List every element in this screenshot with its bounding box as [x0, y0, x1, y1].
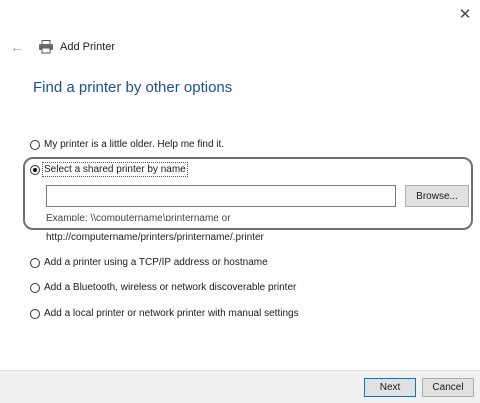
example-line-2: http://computername/printers/printername… [46, 232, 264, 243]
radio-button[interactable] [30, 308, 40, 319]
radio-button[interactable] [30, 257, 40, 268]
option-label: My printer is a little older. Help me fi… [44, 139, 225, 150]
page-heading: Find a printer by other options [33, 79, 233, 96]
shared-printer-name-input[interactable] [46, 185, 396, 207]
option-shared-printer[interactable]: Select a shared printer by name [30, 162, 188, 177]
printer-icon [38, 40, 54, 54]
browse-button[interactable]: Browse... [405, 185, 469, 207]
option-local-manual[interactable]: Add a local printer or network printer w… [30, 308, 299, 319]
option-older-printer[interactable]: My printer is a little older. Help me fi… [30, 139, 224, 150]
option-bluetooth-wireless[interactable]: Add a Bluetooth, wireless or network dis… [30, 282, 296, 293]
option-tcpip[interactable]: Add a printer using a TCP/IP address or … [30, 257, 268, 268]
radio-button[interactable] [30, 139, 40, 150]
next-button[interactable]: Next [364, 378, 416, 397]
example-line-1: Example: \\computername\printername or [46, 213, 231, 221]
example-text-clipped: Example: \\computername\printername or [46, 213, 346, 221]
cancel-button[interactable]: Cancel [422, 378, 474, 397]
radio-button-selected[interactable] [30, 164, 40, 175]
window-title: Add Printer [60, 41, 116, 53]
close-icon: ✕ [458, 6, 472, 23]
option-label: Add a Bluetooth, wireless or network dis… [44, 282, 297, 293]
option-label: Select a shared printer by name [42, 162, 188, 177]
close-button[interactable]: ✕ [450, 0, 480, 28]
option-label: Add a printer using a TCP/IP address or … [44, 257, 268, 268]
option-label: Add a local printer or network printer w… [44, 308, 299, 319]
title-bar: ← Add Printer [10, 38, 115, 56]
radio-button[interactable] [30, 282, 40, 293]
back-arrow-icon[interactable]: ← [10, 39, 28, 55]
